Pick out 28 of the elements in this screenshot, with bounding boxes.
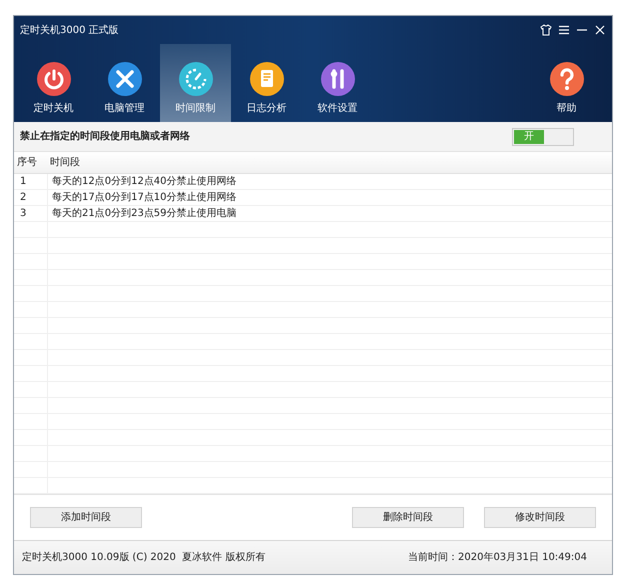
- time-period-cell-text: 每天的12点0分到12点40分禁止使用网络: [51, 174, 237, 189]
- help-button[interactable]: 帮助: [531, 44, 602, 122]
- row-number: 3: [14, 206, 48, 221]
- time-period-cell-text: 每天的21点0分到23点59分禁止使用电脑: [51, 206, 237, 221]
- window-title: 定时关机3000 正式版: [20, 24, 119, 38]
- action-button[interactable]: 删除时间段: [352, 507, 464, 528]
- nav-tab[interactable]: 软件设置: [302, 44, 373, 122]
- document-icon: [250, 62, 284, 96]
- nav-tab[interactable]: 电脑管理: [89, 44, 160, 122]
- close-icon[interactable]: [594, 24, 606, 36]
- nav-tab[interactable]: 时间限制: [160, 44, 231, 122]
- row-number: 1: [14, 174, 48, 189]
- column-header: 序号: [16, 156, 38, 170]
- current-time: 当前时间：2020年03月31日 10:49:04: [408, 550, 587, 565]
- nav-tab[interactable]: 定时关机: [18, 44, 89, 122]
- action-button[interactable]: 添加时间段: [30, 507, 142, 528]
- timer-icon: [178, 62, 212, 96]
- column-header: 时间段: [49, 156, 80, 170]
- menu-icon[interactable]: [558, 24, 570, 36]
- action-button[interactable]: 修改时间段: [484, 507, 596, 528]
- row-number: 2: [14, 190, 48, 205]
- copyright-text: 定时关机3000 10.09版 (C) 2020 夏冰软件 版权所有: [22, 550, 266, 565]
- question-icon: [550, 62, 584, 96]
- nav-tab[interactable]: 日志分析: [231, 44, 302, 122]
- shirt-icon[interactable]: [540, 24, 552, 36]
- time-period-cell-text: 每天的17点0分到17点10分禁止使用网络: [51, 190, 237, 205]
- option-label: 禁止在指定的时间段使用电脑或者网络: [20, 129, 190, 144]
- power-icon: [36, 62, 70, 96]
